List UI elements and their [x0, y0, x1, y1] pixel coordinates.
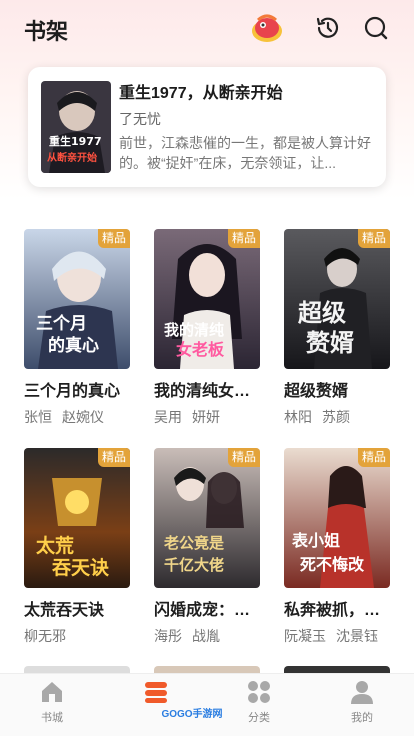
- svg-text:吞天诀: 吞天诀: [52, 557, 110, 579]
- bookshelf-icon: [143, 679, 169, 705]
- book-card[interactable]: 表小姐 死不悔改 精品 私奔被抓，表小姐死不悔改 阮凝玉沈景钰: [284, 448, 390, 646]
- premium-badge: 精品: [358, 229, 390, 248]
- svg-text:从断亲开始: 从断亲开始: [47, 151, 97, 164]
- premium-badge: 精品: [98, 448, 130, 467]
- book-authors: 阮凝玉 沈景钰: [284, 626, 390, 646]
- recent-book-author: 了无忧: [119, 111, 161, 127]
- book-author: 柳无邪: [24, 628, 66, 644]
- book-author: 战胤: [192, 628, 220, 644]
- premium-badge: 精品: [98, 229, 130, 248]
- book-cover[interactable]: 太荒 吞天诀 精品: [24, 448, 130, 588]
- book-card[interactable]: 超级 赘婿 精品 超级赘婿 林阳 苏颜: [284, 229, 390, 427]
- book-author: 沈景钰: [336, 628, 378, 644]
- tab-bookshelf[interactable]: [116, 674, 196, 736]
- page-title: 书架: [24, 19, 69, 44]
- book-author: 妍妍: [192, 409, 220, 425]
- book-authors: 张恒 赵婉仪: [24, 407, 130, 427]
- book-cover[interactable]: 三个月 的真心 精品: [24, 229, 130, 369]
- book-title: 三个月的真心: [24, 383, 121, 400]
- svg-text:太荒: 太荒: [36, 534, 74, 557]
- book-author: 吴用: [154, 409, 182, 425]
- book-title: 闪婚成宠：老公竟是千亿大佬: [154, 602, 258, 619]
- book-card[interactable]: 老公竟是 千亿大佬 精品 闪婚成宠：老公竟是千亿大佬 海彤战胤: [154, 448, 260, 646]
- recent-reading-card[interactable]: 重生1977 从断亲开始 重生1977，从断亲开始 了无忧 前世，江森悲催的一生…: [28, 67, 386, 187]
- tab-profile[interactable]: 我的: [322, 674, 402, 736]
- svg-text:的真心: 的真心: [48, 335, 99, 356]
- recent-book-description: 前世，江森悲催的一生，都是被人算计好的。被“捉奸”在床，无奈领证，让...: [119, 135, 371, 171]
- book-author: 海彤: [154, 628, 182, 644]
- svg-text:老公竟是: 老公竟是: [163, 534, 225, 552]
- book-author: 林阳: [284, 409, 312, 425]
- home-icon: [39, 679, 65, 705]
- svg-text:女老板: 女老板: [176, 340, 225, 359]
- svg-text:表小姐: 表小姐: [291, 531, 340, 550]
- svg-text:赘婿: 赘婿: [305, 329, 354, 357]
- book-author: 阮凝玉: [284, 628, 326, 644]
- premium-badge: 精品: [358, 448, 390, 467]
- book-authors: 林阳 苏颜: [284, 407, 390, 427]
- book-author: 苏颜: [322, 409, 350, 425]
- book-title: 超级赘婿: [284, 383, 349, 400]
- svg-text:我的清纯: 我的清纯: [164, 321, 224, 339]
- svg-text:死不悔改: 死不悔改: [300, 555, 365, 574]
- book-cover[interactable]: 表小姐 死不悔改 精品: [284, 448, 390, 588]
- category-grid-icon: [246, 679, 272, 705]
- book-author: 赵婉仪: [62, 409, 104, 425]
- book-card[interactable]: 三个月 的真心 精品 三个月的真心 张恒 赵婉仪: [24, 229, 130, 427]
- svg-text:重生1977: 重生1977: [49, 134, 102, 148]
- book-author: 张恒: [24, 409, 52, 425]
- book-authors: 吴用 妍妍: [154, 407, 260, 427]
- watermark: GOGO手游网: [161, 709, 223, 720]
- book-cover[interactable]: 超级 赘婿 精品: [284, 229, 390, 369]
- book-cover[interactable]: 老公竟是 千亿大佬 精品: [154, 448, 260, 588]
- premium-badge: 精品: [228, 448, 260, 467]
- tab-bookstore[interactable]: 书城: [12, 674, 92, 736]
- tab-category[interactable]: 分类: [219, 674, 299, 736]
- tab-label: 我的: [351, 712, 373, 724]
- book-card[interactable]: 我的清纯 女老板 精品 我的清纯女老板 吴用 妍妍: [154, 229, 260, 427]
- book-title: 私奔被抓，表小姐死不悔改: [284, 602, 388, 619]
- svg-text:千亿大佬: 千亿大佬: [164, 556, 224, 574]
- recent-book-cover[interactable]: 重生1977 从断亲开始: [41, 81, 111, 173]
- gift-icon[interactable]: [250, 12, 284, 44]
- svg-text:超级: 超级: [298, 299, 346, 327]
- search-icon[interactable]: [362, 14, 390, 42]
- book-card[interactable]: 太荒 吞天诀 精品 太荒吞天诀 柳无邪: [24, 448, 130, 646]
- svg-text:三个月: 三个月: [36, 313, 87, 334]
- book-title: 我的清纯女老板: [154, 383, 258, 400]
- app-header: 书架: [0, 0, 414, 56]
- bottom-tab-bar: 书城 分类 我的: [0, 673, 414, 736]
- book-cover[interactable]: 我的清纯 女老板 精品: [154, 229, 260, 369]
- book-title: 太荒吞天诀: [24, 602, 105, 619]
- book-authors: 海彤 战胤: [154, 626, 260, 646]
- premium-badge: 精品: [228, 229, 260, 248]
- book-authors: 柳无邪: [24, 626, 130, 646]
- profile-icon: [349, 679, 375, 705]
- recent-book-title: 重生1977，从断亲开始: [119, 85, 283, 102]
- tab-label: 书城: [41, 712, 63, 724]
- history-icon[interactable]: [314, 14, 342, 42]
